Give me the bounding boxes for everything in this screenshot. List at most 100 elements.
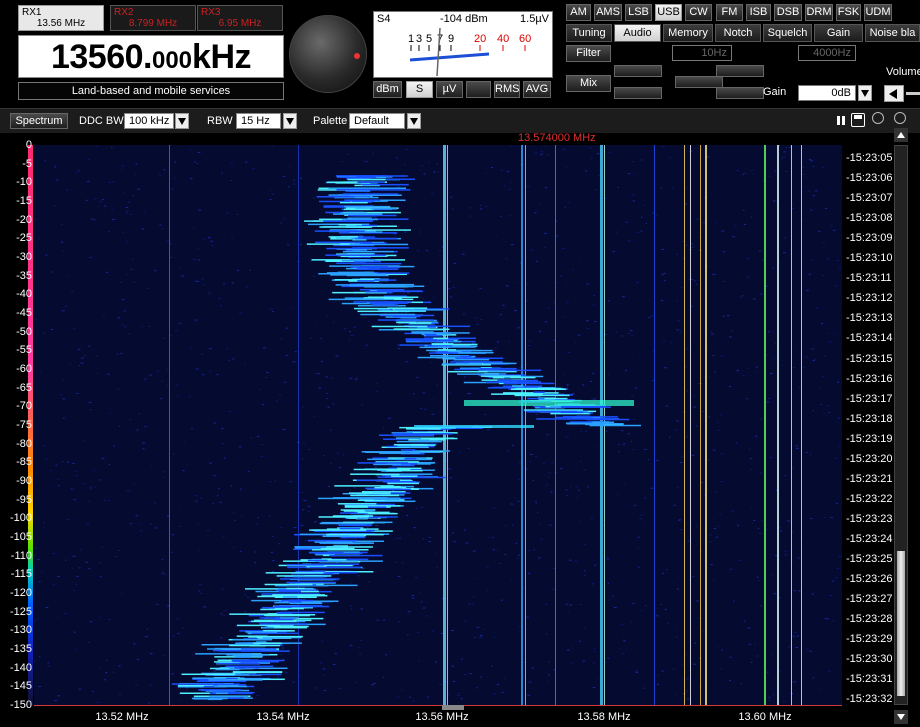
waterfall-scrollbar[interactable]	[894, 145, 908, 705]
filter-button[interactable]: Filter	[566, 45, 611, 62]
gain-field[interactable]: 0dB	[798, 85, 856, 101]
waterfall-noise	[517, 479, 521, 481]
waterfall-noise	[293, 527, 297, 529]
tab-tuning[interactable]: Tuning	[566, 24, 612, 42]
pause-icon[interactable]	[836, 115, 846, 127]
waterfall-noise	[544, 232, 548, 234]
meter-mode-dbm[interactable]: dBm	[373, 81, 402, 98]
receiver-tab-rx2[interactable]: RX2 8.799 MHz	[110, 5, 196, 31]
waterfall-noise	[679, 331, 682, 333]
save-icon[interactable]	[851, 113, 865, 127]
scroll-up-button[interactable]	[894, 128, 908, 142]
gain-dropdown-arrow[interactable]	[858, 85, 872, 101]
frequency-display[interactable]: 13560.000kHz	[18, 35, 284, 78]
waterfall-noise	[812, 677, 815, 679]
waterfall-noise	[113, 445, 116, 447]
signal-sweep	[259, 617, 281, 619]
waterfall-noise	[271, 571, 275, 573]
meter-mode-rms[interactable]: RMS	[494, 81, 520, 98]
volume-left-button[interactable]	[884, 85, 904, 102]
palette-select[interactable]: Default	[349, 113, 405, 129]
tab-audio[interactable]: Audio	[614, 24, 661, 42]
time-axis-tick: -15:23:09	[846, 232, 893, 245]
demod-mode-lsb[interactable]: LSB	[625, 4, 652, 21]
waterfall-noise	[837, 417, 840, 419]
waterfall-noise	[585, 430, 588, 432]
rbw-select[interactable]: 15 Hz	[236, 113, 281, 129]
demod-mode-dsb[interactable]: DSB	[774, 4, 802, 21]
filter-preset-5[interactable]	[716, 87, 764, 99]
waterfall-noise	[767, 331, 770, 333]
carrier-trace	[801, 145, 802, 705]
waterfall-noise	[256, 523, 259, 525]
waterfall-noise	[496, 683, 500, 685]
waterfall-noise	[396, 537, 399, 539]
receiver-tab-rx3[interactable]: RX3 6.95 MHz	[197, 5, 283, 31]
filter-preset-1[interactable]	[614, 65, 662, 77]
waterfall-noise	[823, 242, 825, 244]
waterfall-noise	[76, 171, 79, 173]
scrollbar-thumb[interactable]	[897, 551, 905, 696]
waterfall-noise	[810, 209, 813, 211]
filter-low-field[interactable]: 10Hz	[672, 45, 732, 61]
waterfall-noise	[835, 577, 838, 579]
meter-mode-uv[interactable]: µV	[436, 81, 463, 98]
rbw-dropdown-arrow[interactable]	[283, 113, 297, 129]
waterfall-noise	[565, 489, 568, 491]
tab-squelch[interactable]: Squelch	[763, 24, 812, 42]
palette-dropdown-arrow[interactable]	[407, 113, 421, 129]
waterfall-noise	[451, 532, 454, 534]
demod-mode-drm[interactable]: DRM	[805, 4, 833, 21]
demod-mode-fm[interactable]: FM	[716, 4, 743, 21]
demod-mode-udm[interactable]: UDM	[864, 4, 892, 21]
waterfall-noise	[41, 571, 43, 573]
signal-sweep	[326, 546, 373, 548]
tab-noise-bla[interactable]: Noise bla	[865, 24, 920, 42]
volume-slider[interactable]	[906, 92, 920, 95]
tuned-frequency-indicator[interactable]	[442, 705, 464, 710]
waterfall-noise	[632, 419, 636, 421]
demod-mode-isb[interactable]: ISB	[746, 4, 771, 21]
demod-mode-fsk[interactable]: FSK	[836, 4, 861, 21]
spectrum-button[interactable]: Spectrum	[10, 113, 68, 129]
waterfall-noise	[656, 459, 659, 461]
filter-high-field[interactable]: 4000Hz	[798, 45, 856, 61]
tab-memory[interactable]: Memory	[663, 24, 713, 42]
ddc-bw-select[interactable]: 100 kHz	[124, 113, 174, 129]
demod-mode-usb[interactable]: USB	[655, 4, 682, 21]
waterfall-noise	[721, 649, 723, 651]
waterfall-noise	[510, 244, 514, 246]
waterfall-noise	[463, 313, 465, 315]
demod-mode-am[interactable]: AM	[566, 4, 591, 21]
waterfall-noise	[679, 529, 683, 531]
waterfall-noise	[479, 204, 483, 206]
tab-notch[interactable]: Notch	[715, 24, 761, 42]
demod-mode-cw[interactable]: CW	[685, 4, 712, 21]
receiver-tab-rx1[interactable]: RX1 13.56 MHz	[18, 5, 104, 31]
waterfall-noise	[812, 360, 815, 362]
carrier-trace	[777, 145, 779, 705]
tab-gain[interactable]: Gain	[814, 24, 863, 42]
zoom-in-icon[interactable]	[872, 112, 884, 124]
waterfall-noise	[797, 145, 799, 147]
waterfall-noise	[220, 637, 223, 639]
meter-mode-blank[interactable]	[466, 81, 491, 98]
scroll-down-button[interactable]	[894, 710, 908, 724]
filter-preset-4[interactable]	[614, 87, 662, 99]
signal-sweep	[323, 551, 344, 554]
waterfall-noise	[679, 519, 682, 521]
demod-mode-ams[interactable]: AMS	[594, 4, 622, 21]
meter-mode-avg[interactable]: AVG	[523, 81, 551, 98]
level-axis-tick: -90	[16, 475, 32, 487]
signal-sweep	[401, 313, 416, 316]
waterfall-noise	[686, 187, 688, 189]
waterfall-display[interactable]	[34, 145, 842, 705]
zoom-out-icon[interactable]	[894, 112, 906, 124]
mix-button[interactable]: Mix	[566, 75, 611, 92]
filter-preset-3[interactable]	[716, 65, 764, 77]
tuning-knob[interactable]	[289, 15, 367, 93]
waterfall-noise	[674, 476, 676, 478]
meter-mode-s[interactable]: S	[406, 81, 433, 98]
ddc-bw-dropdown-arrow[interactable]	[175, 113, 189, 129]
waterfall-noise	[128, 333, 130, 335]
